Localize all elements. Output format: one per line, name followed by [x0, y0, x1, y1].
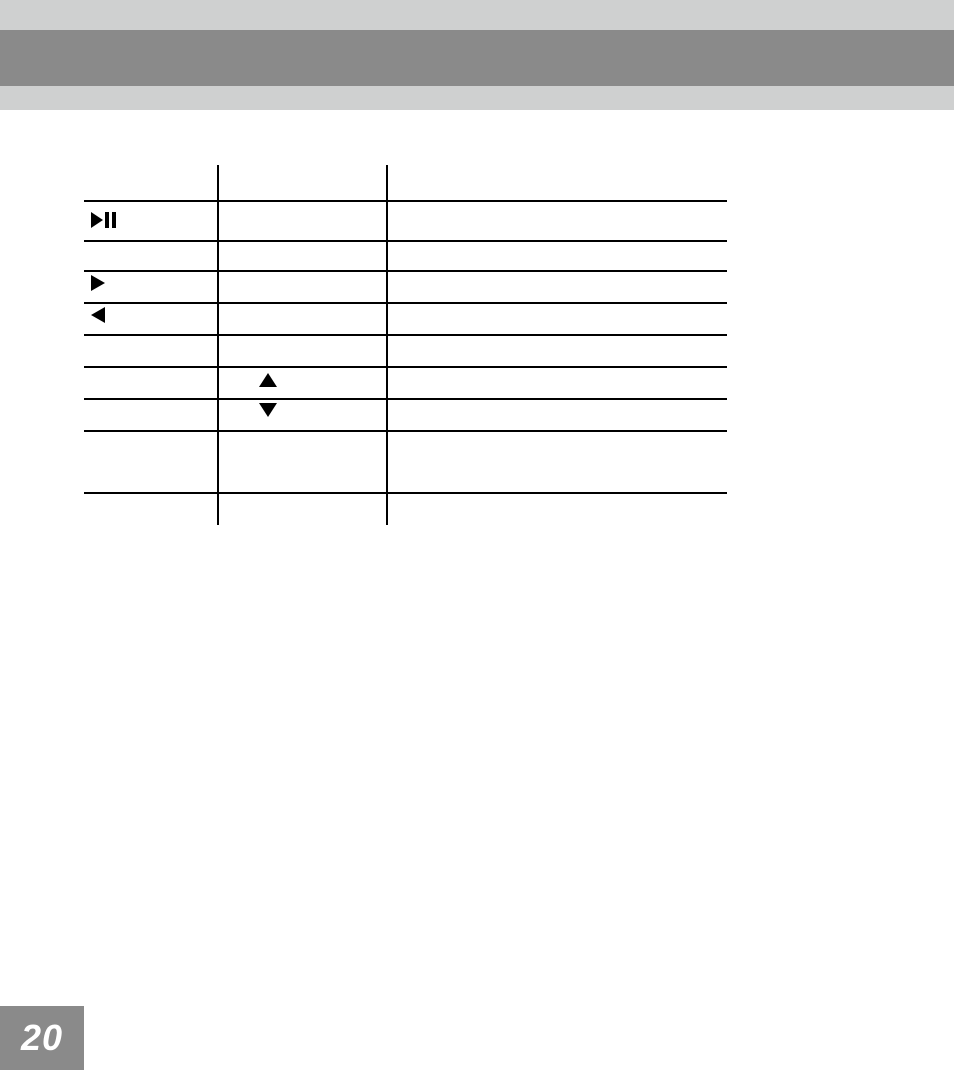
row-divider [84, 430, 727, 432]
row-divider [84, 302, 727, 304]
column-divider-1 [217, 165, 219, 525]
row-divider [84, 240, 727, 242]
column-divider-2 [386, 165, 388, 525]
row-divider [84, 334, 727, 336]
row-divider [84, 366, 727, 368]
page-number-block: 20 [0, 1006, 84, 1070]
arrow-up-icon [259, 373, 277, 392]
arrow-down-icon [259, 403, 277, 422]
row-divider [84, 492, 727, 494]
page-number: 20 [21, 1017, 63, 1059]
header-dark-band [0, 30, 954, 86]
row-divider [84, 270, 727, 272]
play-pause-icon [91, 212, 117, 228]
play-left-icon [91, 307, 107, 328]
row-divider [84, 398, 727, 400]
header-band [0, 0, 954, 110]
row-divider [84, 200, 727, 202]
play-right-icon [91, 275, 107, 296]
